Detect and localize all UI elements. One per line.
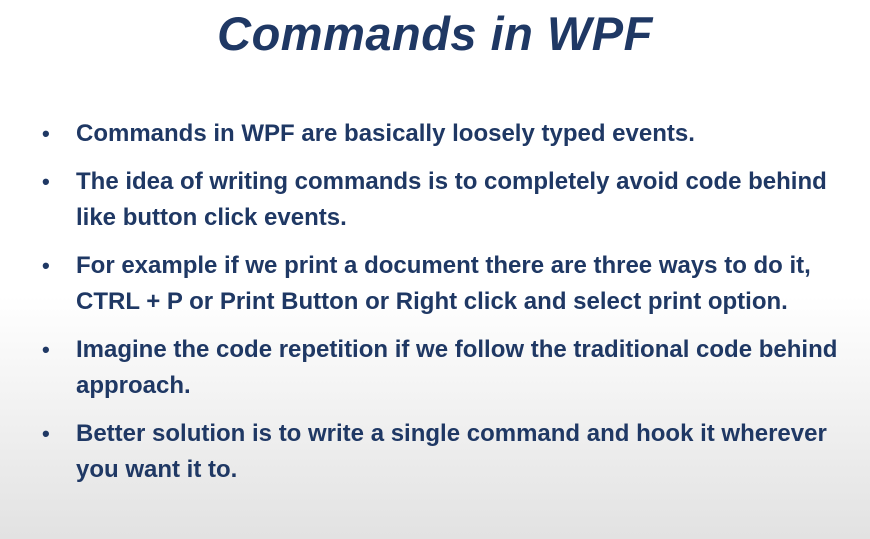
bullet-item: • Better solution is to write a single c… [40,416,840,488]
bullet-dot-icon: • [42,253,50,278]
bullet-item: • Commands in WPF are basically loosely … [40,116,840,152]
bullet-dot-icon: • [42,169,50,194]
bullet-dot-icon: • [42,337,50,362]
bullet-dot-icon: • [42,421,50,446]
bullet-text: Commands in WPF are basically loosely ty… [76,120,695,147]
bullet-text: For example if we print a document there… [76,252,811,315]
bullet-list: • Commands in WPF are basically loosely … [40,116,840,500]
bullet-item: • Imagine the code repetition if we foll… [40,332,840,404]
bullet-text: Imagine the code repetition if we follow… [76,336,838,399]
bullet-item: • For example if we print a document the… [40,248,840,320]
slide-title: Commands in WPF [217,7,653,60]
bullet-item: • The idea of writing commands is to com… [40,164,840,236]
bullet-dot-icon: • [42,121,50,146]
slide: Commands in WPF • Commands in WPF are ba… [0,0,870,539]
bullet-text: Better solution is to write a single com… [76,420,827,483]
bullet-text: The idea of writing commands is to compl… [76,168,827,231]
